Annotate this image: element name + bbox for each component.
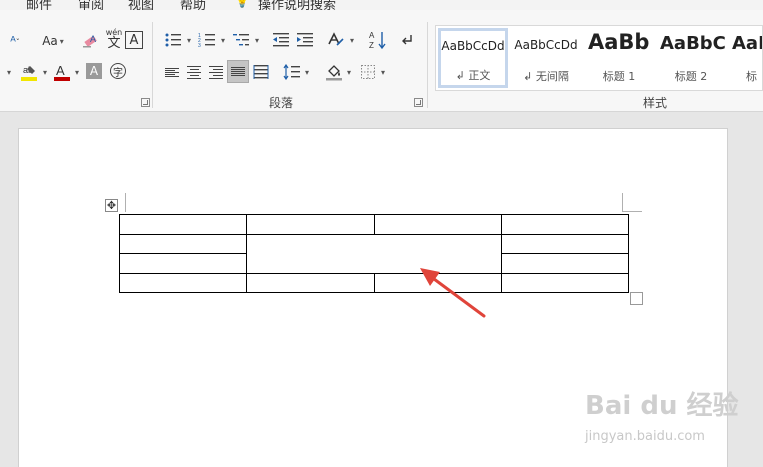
style-heading-1[interactable]: AaBb 标题 1	[584, 28, 654, 88]
borders-icon[interactable]	[358, 62, 378, 82]
group-divider	[427, 22, 428, 108]
justify-icon[interactable]	[227, 60, 249, 83]
tab-view[interactable]: 视图	[128, 0, 154, 10]
lightbulb-icon: 💡	[234, 0, 251, 9]
tab-help[interactable]: 帮助	[180, 0, 206, 10]
styles-group-label: 样式	[643, 96, 668, 110]
table-cell[interactable]	[246, 214, 375, 235]
tell-me-search[interactable]: 操作说明搜索	[258, 0, 336, 10]
style-name-no-spacing: 无间隔	[535, 70, 569, 83]
paragraph-group-label: 段落	[269, 96, 294, 110]
change-case-button[interactable]: Aa ▾	[38, 30, 68, 52]
character-border-button[interactable]: A	[125, 31, 143, 49]
decrease-indent-icon[interactable]	[270, 30, 292, 50]
tab-review[interactable]: 审阅	[78, 0, 104, 10]
sort-icon[interactable]: AZ	[368, 29, 388, 51]
table-cell[interactable]	[118, 253, 248, 274]
style-heading-2[interactable]: AaBbC 标题 2	[656, 28, 726, 88]
font-size-decrease-button[interactable]: ᴬˇ	[2, 32, 28, 52]
increase-indent-icon[interactable]	[294, 30, 316, 50]
table-cell[interactable]	[500, 253, 630, 274]
multilevel-list-icon[interactable]	[230, 30, 252, 50]
table-resize-handle[interactable]	[630, 292, 643, 305]
table-cell[interactable]	[500, 272, 630, 293]
table-row	[118, 233, 630, 274]
show-marks-icon[interactable]	[398, 30, 416, 50]
font-dialog-launcher[interactable]	[141, 98, 150, 107]
table-cell[interactable]	[500, 233, 630, 254]
group-divider	[152, 22, 153, 108]
multilevel-dropdown[interactable]: ▾	[252, 30, 260, 50]
font-color-button[interactable]: A	[52, 60, 72, 84]
align-center-icon[interactable]	[184, 62, 204, 82]
paragraph-dialog-launcher[interactable]	[414, 98, 423, 107]
table-cell[interactable]	[373, 214, 502, 235]
svg-text:A: A	[369, 31, 375, 40]
shading-dropdown[interactable]: ▾	[344, 62, 352, 82]
margin-corner-mark	[622, 193, 623, 212]
baidu-watermark: Bai du 经验 jingyan.baidu.com	[585, 385, 755, 455]
distributed-align-icon[interactable]	[251, 62, 271, 82]
character-shading-button[interactable]: A	[86, 63, 102, 79]
table-row	[118, 272, 630, 293]
table-cell[interactable]	[500, 214, 630, 235]
svg-text:3: 3	[198, 43, 201, 48]
tab-mailings[interactable]: 邮件	[26, 0, 52, 10]
table-move-handle[interactable]: ✥	[105, 199, 118, 212]
chinese-layout-icon[interactable]	[325, 30, 347, 50]
table-cell[interactable]	[118, 233, 248, 254]
chinese-layout-dropdown[interactable]: ▾	[347, 30, 355, 50]
numbering-dropdown[interactable]: ▾	[218, 30, 226, 50]
align-left-icon[interactable]	[162, 62, 182, 82]
watermark-url: jingyan.baidu.com	[585, 429, 705, 444]
table-cell[interactable]	[118, 272, 248, 293]
styles-gallery: AaBbCcDd ↲ 正文 AaBbCcDd ↲ 无间隔 AaBb 标题 1 A…	[435, 25, 763, 91]
table-cell[interactable]	[118, 214, 248, 235]
highlighter-icon: ab	[21, 65, 37, 81]
svg-text:A: A	[56, 63, 65, 78]
paint-bucket-icon[interactable]	[324, 62, 344, 82]
style-no-spacing[interactable]: AaBbCcDd ↲ 无间隔	[511, 28, 581, 88]
clear-formatting-icon[interactable]: A	[80, 30, 102, 52]
line-spacing-dropdown[interactable]: ▾	[302, 62, 310, 82]
numbering-icon[interactable]: 123	[196, 30, 218, 50]
svg-text:Z: Z	[369, 41, 374, 50]
highlight-dropdown[interactable]: ▾	[40, 62, 48, 82]
table-cell[interactable]	[246, 272, 375, 293]
margin-corner-mark	[622, 211, 642, 212]
table-row	[118, 214, 630, 235]
bullets-dropdown[interactable]: ▾	[184, 30, 192, 50]
margin-corner-mark	[125, 193, 126, 212]
line-spacing-icon[interactable]	[282, 62, 302, 82]
font-color-dropdown[interactable]: ▾	[72, 62, 80, 82]
svg-text:A: A	[90, 34, 96, 44]
text-highlight-button[interactable]: ab	[16, 60, 42, 84]
borders-dropdown[interactable]: ▾	[378, 62, 386, 82]
enclose-characters-button[interactable]: 字	[110, 63, 126, 79]
phonetic-guide-button[interactable]: wén 文	[104, 27, 124, 53]
ribbon: ᴬˇ Aa▾ A wén 文 A ▾ ab ▾ A ▾ A 字 ▾ 123 ▾ …	[0, 10, 763, 112]
bullets-icon[interactable]	[162, 30, 184, 50]
watermark-logo: Bai du 经验	[585, 391, 739, 421]
annotation-arrow-icon	[420, 268, 486, 318]
style-name-normal: 正文	[468, 69, 491, 82]
align-right-icon[interactable]	[206, 62, 226, 82]
document-table[interactable]	[118, 214, 630, 293]
font-dropdown-arrow[interactable]: ▾	[2, 62, 14, 82]
ribbon-tab-bar: 邮件 审阅 视图 帮助 💡 操作说明搜索	[0, 0, 763, 10]
style-title[interactable]: AaBl 标	[728, 28, 762, 88]
style-normal[interactable]: AaBbCcDd ↲ 正文	[438, 28, 508, 88]
